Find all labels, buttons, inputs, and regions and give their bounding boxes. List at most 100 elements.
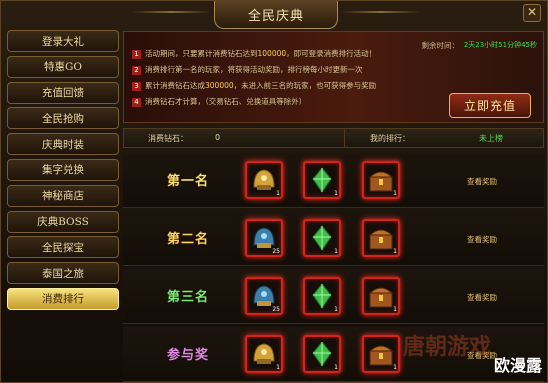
rank-row-second: 第二名 25 1 1 查看奖励 bbox=[123, 211, 544, 266]
item-count: 1 bbox=[276, 190, 280, 197]
stats-bar: 消费钻石： 0 我的排行： 未上榜 bbox=[123, 128, 544, 148]
reward-slot[interactable]: 1 bbox=[362, 335, 400, 373]
golden-helmet-icon bbox=[253, 343, 275, 364]
item-count: 1 bbox=[334, 248, 338, 255]
item-count: 1 bbox=[334, 306, 338, 313]
line-number-badge: 2 bbox=[132, 66, 141, 75]
reward-slot[interactable]: 25 bbox=[245, 277, 283, 315]
spent-label: 消费钻石： bbox=[148, 134, 188, 143]
sidebar-item-label: 庆典BOSS bbox=[37, 216, 89, 229]
view-reward-link[interactable]: 查看奖励 bbox=[467, 292, 497, 303]
info-tail: （交易钻石、兑换道具等除外） bbox=[205, 97, 307, 106]
rank-label: 第一名 bbox=[166, 174, 209, 189]
sidebar-item-label: 登录大礼 bbox=[42, 35, 84, 48]
reward-slot[interactable]: 1 bbox=[362, 161, 400, 199]
title-ornament-left bbox=[131, 11, 211, 13]
reward-slot[interactable]: 1 bbox=[245, 335, 283, 373]
item-count: 1 bbox=[276, 364, 280, 371]
treasure-chest-icon bbox=[368, 171, 394, 192]
item-count: 25 bbox=[272, 306, 280, 313]
my-rank-label: 我的排行： bbox=[370, 134, 410, 143]
item-count: 1 bbox=[393, 306, 397, 313]
window-title: 全民庆典 bbox=[214, 1, 338, 29]
window-frame: 全民庆典 ✕ 登录大礼 特惠GO 充值回馈 全民抢购 庆典时装 集字兑换 神秘商… bbox=[0, 0, 548, 383]
reward-slot[interactable]: 1 bbox=[362, 277, 400, 315]
rank-label: 第三名 bbox=[166, 290, 209, 305]
close-icon[interactable]: ✕ bbox=[523, 4, 541, 22]
sidebar-item-treasure-hunt[interactable]: 全民探宝 bbox=[7, 236, 119, 259]
reward-slot[interactable]: 1 bbox=[245, 161, 283, 199]
view-reward-link[interactable]: 查看奖励 bbox=[467, 176, 497, 187]
reward-slot[interactable]: 1 bbox=[303, 161, 341, 199]
info-tail: ，即可登录消费排行活动！ bbox=[286, 49, 377, 58]
recharge-now-button[interactable]: 立即充值 bbox=[449, 93, 531, 118]
sidebar-item-label: 庆典时装 bbox=[42, 138, 84, 151]
watermark-logo: 唐朝游戏 bbox=[403, 335, 492, 360]
treasure-chest-icon bbox=[368, 229, 394, 250]
sidebar-item-spending-rank[interactable]: 消费排行 bbox=[7, 287, 119, 310]
stats-divider bbox=[344, 129, 345, 147]
reward-slot[interactable]: 1 bbox=[303, 219, 341, 257]
sidebar-item-flash-sale[interactable]: 全民抢购 bbox=[7, 107, 119, 130]
spent-value: 0 bbox=[215, 133, 221, 142]
treasure-chest-icon bbox=[368, 287, 394, 308]
my-rank-value: 未上榜 bbox=[479, 134, 503, 143]
sidebar-item-label: 泰国之旅 bbox=[42, 267, 84, 280]
item-count: 1 bbox=[393, 364, 397, 371]
sidebar-item-label: 特惠GO bbox=[44, 61, 82, 74]
info-text: 活动期间，只要累计消费钻石达到 bbox=[145, 49, 258, 58]
rank-label: 参与奖 bbox=[166, 348, 209, 363]
info-line-2: 2 消费排行第一名的玩家，将获得活动奖励，排行榜每小时更新一次 bbox=[132, 64, 363, 75]
sidebar-item-boss[interactable]: 庆典BOSS bbox=[7, 210, 119, 233]
info-text: 消费排行第一名的玩家，将获得活动奖励，排行榜每小时更新一次 bbox=[145, 65, 363, 74]
info-text: 累计消费钻石达成 bbox=[145, 81, 205, 90]
sidebar-item-mystery-shop[interactable]: 神秘商店 bbox=[7, 184, 119, 207]
reward-slot[interactable]: 1 bbox=[303, 335, 341, 373]
info-highlight: 100000 bbox=[257, 49, 287, 58]
view-reward-link[interactable]: 查看奖励 bbox=[467, 234, 497, 245]
sidebar: 登录大礼 特惠GO 充值回馈 全民抢购 庆典时装 集字兑换 神秘商店 庆典BOS… bbox=[7, 30, 119, 314]
item-count: 1 bbox=[393, 248, 397, 255]
green-crystal-icon bbox=[312, 167, 332, 193]
sidebar-item-fashion[interactable]: 庆典时装 bbox=[7, 133, 119, 156]
event-info-panel: 剩余时间： 2天23小时51分钟45秒 1 活动期间，只要累计消费钻石达到1000… bbox=[123, 31, 544, 123]
reward-slot[interactable]: 1 bbox=[362, 219, 400, 257]
sidebar-item-recharge[interactable]: 充值回馈 bbox=[7, 81, 119, 104]
info-line-4: 4 消费钻石才计算，（交易钻石、兑换道具等除外） bbox=[132, 96, 306, 107]
reward-slot[interactable]: 1 bbox=[303, 277, 341, 315]
sidebar-item-label: 全民抢购 bbox=[42, 112, 84, 125]
green-crystal-icon bbox=[312, 225, 332, 251]
sidebar-item-login-gift[interactable]: 登录大礼 bbox=[7, 30, 119, 52]
info-text: 消费钻石才计算， bbox=[145, 97, 205, 106]
treasure-chest-icon bbox=[368, 345, 394, 366]
item-count: 25 bbox=[272, 248, 280, 255]
sidebar-item-discount[interactable]: 特惠GO bbox=[7, 55, 119, 78]
timer-label: 剩余时间： bbox=[421, 41, 460, 50]
rank-row-third: 第三名 25 1 1 查看奖励 bbox=[123, 269, 544, 324]
info-line-1: 1 活动期间，只要累计消费钻石达到100000，即可登录消费排行活动！ bbox=[132, 48, 376, 59]
item-count: 1 bbox=[334, 190, 338, 197]
info-highlight: 300000 bbox=[205, 81, 234, 90]
line-number-badge: 1 bbox=[132, 50, 141, 59]
info-tail: ，未进入前三名的玩家，也可获得参与奖励 bbox=[233, 81, 377, 90]
item-count: 1 bbox=[334, 364, 338, 371]
rank-row-first: 第一名 1 1 1 查看奖励 bbox=[123, 153, 544, 208]
title-ornament-right bbox=[341, 11, 421, 13]
line-number-badge: 4 bbox=[132, 98, 141, 107]
green-crystal-icon bbox=[312, 341, 332, 367]
sidebar-item-label: 消费排行 bbox=[42, 293, 84, 306]
reward-slot[interactable]: 25 bbox=[245, 219, 283, 257]
sidebar-item-label: 神秘商店 bbox=[42, 190, 84, 203]
rank-label: 第二名 bbox=[166, 232, 209, 247]
sidebar-item-label: 集字兑换 bbox=[42, 164, 84, 177]
countdown-timer: 2天23小时51分钟45秒 bbox=[463, 41, 537, 49]
sidebar-item-thailand-trip[interactable]: 泰国之旅 bbox=[7, 262, 119, 285]
sidebar-item-word-collect[interactable]: 集字兑换 bbox=[7, 158, 119, 181]
green-crystal-icon bbox=[312, 283, 332, 309]
sidebar-item-label: 充值回馈 bbox=[42, 87, 84, 100]
sidebar-item-label: 全民探宝 bbox=[42, 241, 84, 254]
line-number-badge: 3 bbox=[132, 82, 141, 91]
watermark-site: 欧漫露 bbox=[493, 356, 542, 375]
item-count: 1 bbox=[393, 190, 397, 197]
golden-helmet-icon bbox=[253, 169, 275, 190]
